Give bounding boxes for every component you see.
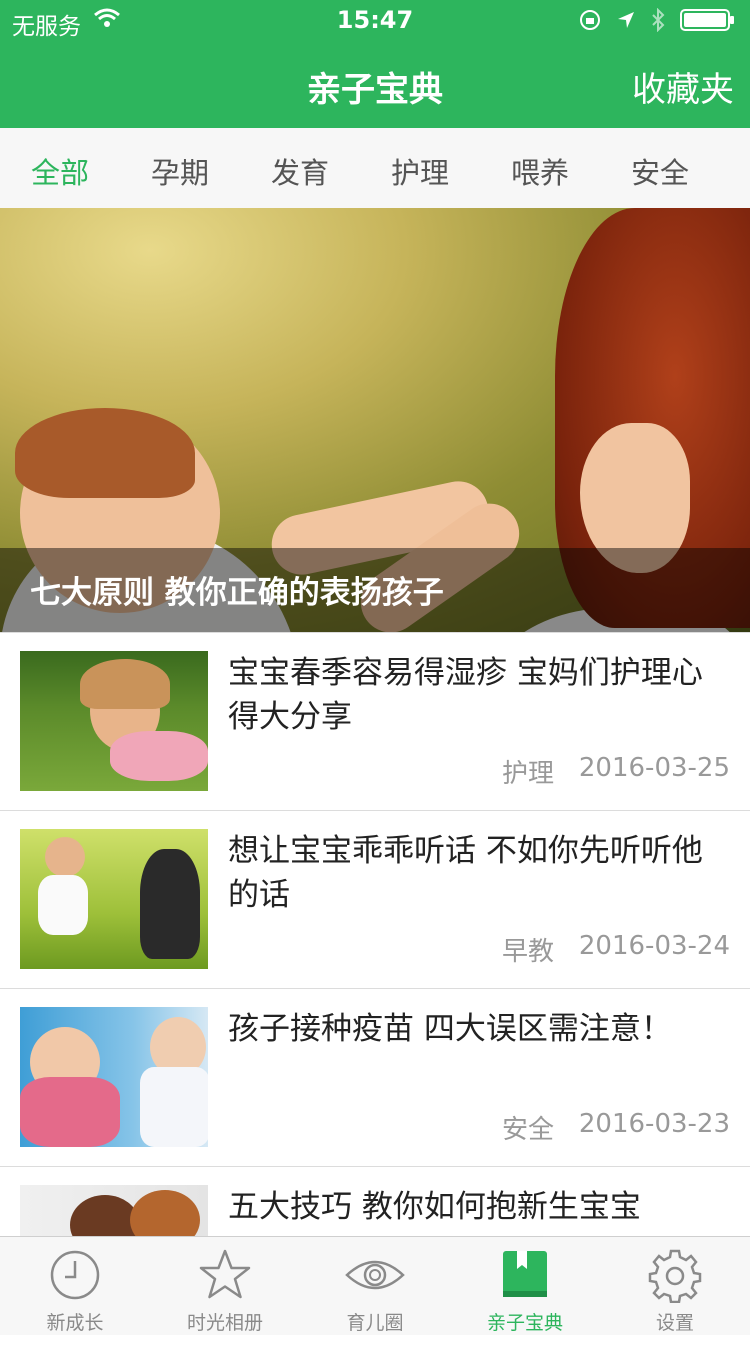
hero-banner[interactable]: 七大原则 教你正确的表扬孩子 [0,208,750,632]
tab-bar-label: 设置 [655,1312,694,1334]
thumb-detail [140,1067,208,1147]
location-icon [618,12,634,28]
thumb-detail [110,731,208,781]
bottom-tab-bar: 新成长 时光相册 育儿圈 亲子宝典 设置 [0,1236,750,1335]
category-tabs: 全部 孕期 发育 护理 喂养 安全 [0,128,750,208]
gear-icon [648,1249,702,1303]
tab-all[interactable]: 全部 [0,150,120,192]
thumb-detail [45,837,85,877]
book-icon [503,1251,547,1297]
tab-feeding[interactable]: 喂养 [480,150,600,192]
hero-photo-part [15,408,195,498]
bluetooth-icon [652,8,665,32]
tab-bar-label: 时光相册 [186,1312,263,1334]
rotation-lock-icon [580,10,600,30]
thumb-detail [80,659,170,709]
tab-bar-label: 育儿圈 [346,1312,404,1334]
tab-pregnancy[interactable]: 孕期 [120,150,240,192]
tab-bar-item-album[interactable]: 时光相册 [150,1237,300,1335]
tab-bar-item-community[interactable]: 育儿圈 [300,1237,450,1335]
hero-caption: 七大原则 教你正确的表扬孩子 [30,575,444,611]
article-thumbnail [20,1007,208,1147]
tab-bar-item-settings[interactable]: 设置 [600,1237,750,1335]
article-category: 早教 [501,937,554,967]
tab-care[interactable]: 护理 [360,150,480,192]
article-date: 2016-03-23 [578,1109,730,1139]
tab-bar-item-growth[interactable]: 新成长 [0,1237,150,1335]
list-item[interactable]: 孩子接种疫苗 四大误区需注意！ 安全 2016-03-23 [0,988,750,1167]
tab-safety[interactable]: 安全 [600,150,720,192]
eye-icon [345,1260,405,1290]
article-title: 孩子接种疫苗 四大误区需注意！ [228,1011,672,1047]
article-category: 安全 [501,1115,554,1145]
battery-icon [680,9,734,31]
tab-bar-label: 新成长 [46,1312,104,1334]
status-right [578,8,736,32]
favorites-button[interactable]: 收藏夹 [632,62,734,111]
status-bar: 无服务 15:47 [0,0,750,40]
top-bar: 无服务 15:47 亲子宝典 收藏夹 [0,0,750,128]
star-icon [199,1249,251,1299]
list-item[interactable]: 宝宝春季容易得湿疹 宝妈们护理心得大分享 护理 2016-03-25 [0,632,750,811]
article-category: 护理 [501,759,554,789]
thumb-detail [20,1077,120,1147]
tab-bar-item-guide[interactable]: 亲子宝典 [450,1237,600,1335]
tab-bar-label: 亲子宝典 [486,1312,563,1334]
article-thumbnail [20,829,208,969]
article-title: 想让宝宝乖乖听话 不如你先听听他的话 [228,833,703,913]
article-date: 2016-03-25 [578,753,730,783]
article-thumbnail [20,651,208,791]
article-title: 宝宝春季容易得湿疹 宝妈们护理心得大分享 [228,655,703,735]
article-date: 2016-03-24 [578,931,730,961]
article-title: 五大技巧 教你如何抱新生宝宝 [228,1189,641,1225]
list-item[interactable]: 想让宝宝乖乖听话 不如你先听听他的话 早教 2016-03-24 [0,810,750,989]
thumb-detail [140,849,200,959]
thumb-detail [38,875,88,935]
clock-icon [50,1250,100,1300]
tab-development[interactable]: 发育 [240,150,360,192]
